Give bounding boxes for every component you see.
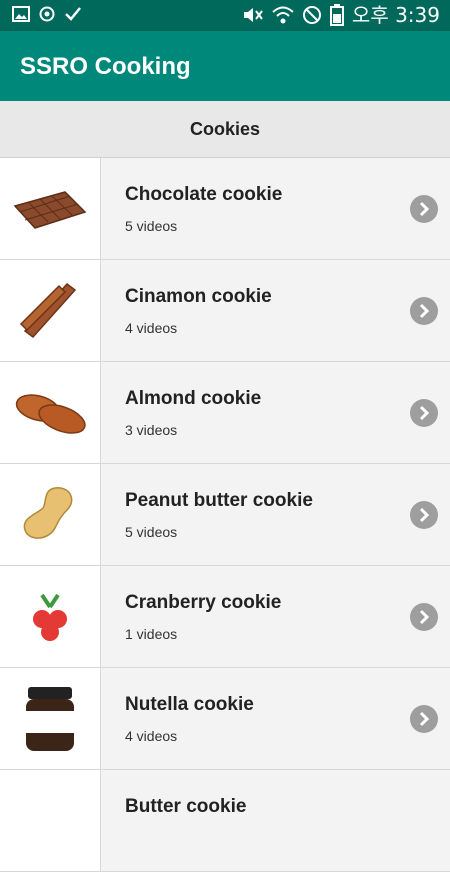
cinnamon-sticks-icon (0, 260, 101, 361)
item-subtitle: 5 videos (125, 218, 178, 234)
list-item[interactable]: Cinamon cookie 4 videos (0, 260, 450, 362)
battery-icon (329, 4, 344, 26)
wifi-icon (272, 6, 294, 24)
section-header: Cookies (0, 101, 450, 158)
item-title: Almond cookie (125, 388, 262, 409)
item-title: Nutella cookie (125, 694, 254, 715)
item-title: Butter cookie (125, 796, 247, 817)
item-subtitle: 1 videos (125, 626, 178, 642)
status-time: 오후 3:39 (351, 3, 440, 27)
mute-icon (243, 8, 263, 22)
status-right-icons: 오후 3:39 (242, 3, 440, 27)
chevron-right-icon[interactable] (410, 195, 438, 223)
sync-icon (39, 6, 55, 22)
list-item[interactable]: Cranberry cookie 1 videos (0, 566, 450, 668)
chevron-right-icon[interactable] (410, 603, 438, 631)
check-icon (65, 7, 81, 21)
chocolate-bar-icon (0, 158, 101, 259)
status-bar: 오후 3:39 (0, 0, 450, 31)
chevron-right-icon[interactable] (410, 705, 438, 733)
chevron-right-icon[interactable] (410, 399, 438, 427)
gallery-icon (12, 6, 30, 22)
app-title: SSRO Cooking (20, 53, 191, 80)
list-item[interactable]: Almond cookie 3 videos (0, 362, 450, 464)
section-title: Cookies (189, 119, 261, 139)
item-title: Peanut butter cookie (125, 490, 313, 511)
item-title: Chocolate cookie (125, 184, 283, 205)
item-subtitle: 4 videos (125, 728, 178, 744)
list-item[interactable]: Nutella cookie 4 videos (0, 668, 450, 770)
status-left-icons (12, 5, 82, 23)
item-subtitle: 4 videos (125, 320, 178, 336)
list-item[interactable]: Butter cookie (0, 770, 450, 872)
cookie-list: Chocolate cookie 5 videos Cinamon cookie… (0, 158, 450, 872)
item-title: Cinamon cookie (125, 286, 272, 307)
blocked-icon (302, 6, 321, 24)
nutella-jar-icon (0, 668, 101, 769)
peanut-icon (0, 464, 101, 565)
item-title: Cranberry cookie (125, 592, 282, 613)
item-subtitle: 5 videos (125, 524, 178, 540)
list-item[interactable]: Chocolate cookie 5 videos (0, 158, 450, 260)
butter-icon (0, 770, 101, 871)
cranberry-icon (0, 566, 101, 667)
almond-icon (0, 362, 101, 463)
list-item[interactable]: Peanut butter cookie 5 videos (0, 464, 450, 566)
chevron-right-icon[interactable] (410, 501, 438, 529)
chevron-right-icon[interactable] (410, 297, 438, 325)
item-subtitle: 3 videos (125, 422, 178, 438)
app-bar: SSRO Cooking (0, 31, 450, 101)
